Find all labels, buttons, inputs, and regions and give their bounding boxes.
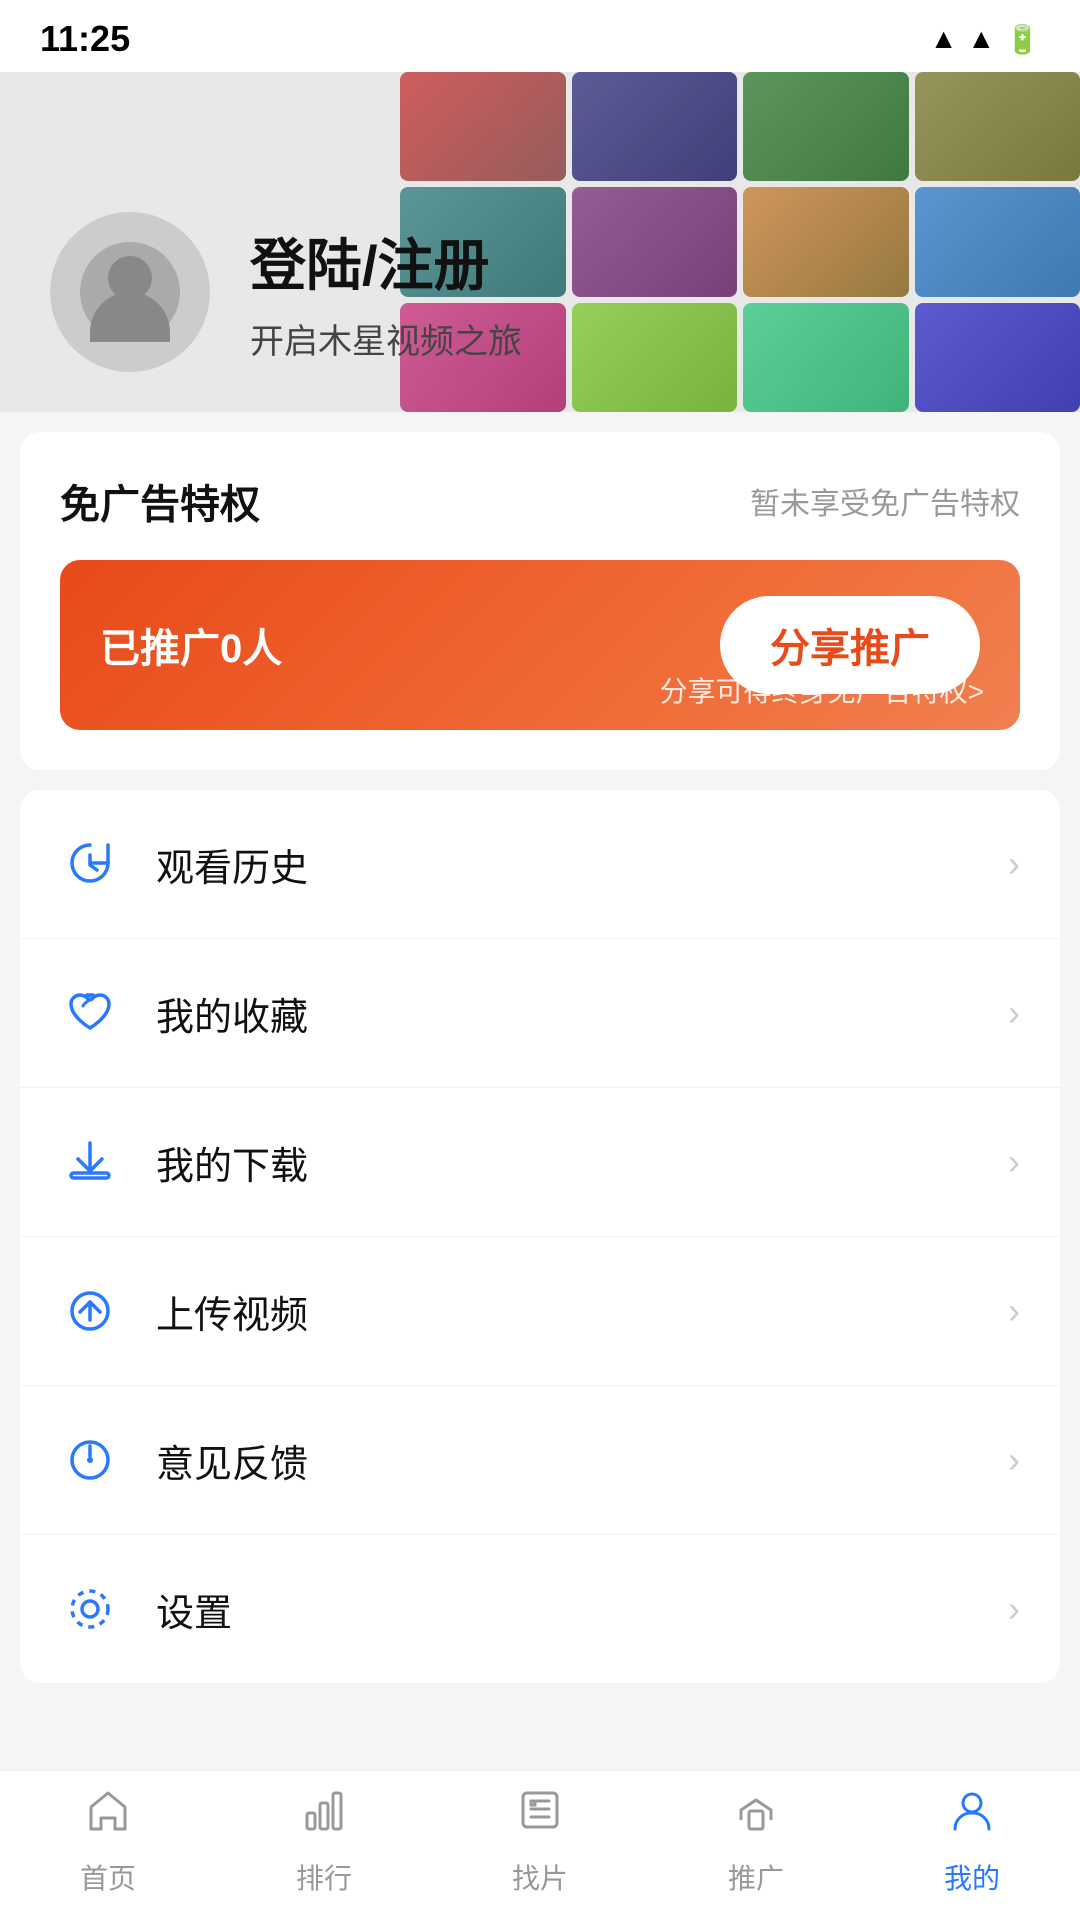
nav-item-home[interactable]: 首页	[0, 1785, 216, 1907]
chevron-right-icon: ›	[1008, 1141, 1020, 1183]
bg-tile	[572, 303, 738, 412]
menu-label-history: 观看历史	[156, 837, 1008, 892]
mine-icon	[947, 1785, 997, 1847]
menu-label-downloads: 我的下载	[156, 1135, 1008, 1190]
feedback-icon	[60, 1430, 120, 1490]
nav-item-promote[interactable]: 推广	[648, 1785, 864, 1907]
promo-hint: 分享可得终身免广告特权>	[660, 670, 984, 710]
promo-left: 已推广0人	[100, 616, 282, 674]
profile-subtitle: 开启木星视频之旅	[250, 314, 522, 363]
promo-banner[interactable]: 已推广0人 分享推广 分享可得终身免广告特权>	[60, 560, 1020, 730]
bg-tile	[572, 72, 738, 181]
menu-item-history[interactable]: 观看历史 ›	[20, 790, 1060, 939]
nav-item-find[interactable]: 找片	[432, 1785, 648, 1907]
nav-label-mine: 我的	[944, 1857, 1000, 1897]
profile-name[interactable]: 登陆/注册	[250, 221, 522, 302]
menu-item-settings[interactable]: 设置 ›	[20, 1535, 1060, 1683]
nav-item-rank[interactable]: 排行	[216, 1785, 432, 1907]
battery-icon: 🔋	[1005, 23, 1040, 56]
menu-item-favorites[interactable]: 我的收藏 ›	[20, 939, 1060, 1088]
menu-label-settings: 设置	[156, 1582, 1008, 1637]
chevron-right-icon: ›	[1008, 992, 1020, 1034]
bg-tile	[915, 72, 1080, 181]
bg-tile	[572, 187, 738, 296]
promote-icon	[731, 1785, 781, 1847]
nav-label-promote: 推广	[728, 1857, 784, 1897]
bottom-nav: 首页 排行 找片 推广	[0, 1770, 1080, 1920]
menu-label-upload: 上传视频	[156, 1284, 1008, 1339]
bg-tile	[915, 187, 1080, 296]
menu-label-favorites: 我的收藏	[156, 986, 1008, 1041]
chevron-right-icon: ›	[1008, 1588, 1020, 1630]
ad-privilege-card: 免广告特权 暂未享受免广告特权 已推广0人 分享推广 分享可得终身免广告特权>	[20, 432, 1060, 770]
bg-tile	[400, 72, 566, 181]
status-time: 11:25	[40, 18, 130, 60]
chevron-right-icon: ›	[1008, 1290, 1020, 1332]
chevron-right-icon: ›	[1008, 843, 1020, 885]
menu-label-feedback: 意见反馈	[156, 1433, 1008, 1488]
profile-content: 登陆/注册 开启木星视频之旅	[50, 212, 522, 372]
bg-tile	[743, 187, 909, 296]
ad-section: 免广告特权 暂未享受免广告特权	[60, 472, 1020, 530]
avatar[interactable]	[50, 212, 210, 372]
nav-label-home: 首页	[80, 1857, 136, 1897]
nav-item-mine[interactable]: 我的	[864, 1785, 1080, 1907]
menu-section: 观看历史 › 我的收藏 › 我的下载 ›	[20, 790, 1060, 1683]
profile-text: 登陆/注册 开启木星视频之旅	[250, 221, 522, 363]
bg-tile	[915, 303, 1080, 412]
home-icon	[83, 1785, 133, 1847]
bg-tile	[743, 303, 909, 412]
status-bar: 11:25 ▲ ▲ 🔋	[0, 0, 1080, 72]
heart-icon	[60, 983, 120, 1043]
chevron-right-icon: ›	[1008, 1439, 1020, 1481]
bg-tile	[743, 72, 909, 181]
promo-count: 已推广0人	[100, 616, 282, 674]
avatar-icon	[80, 242, 180, 342]
menu-item-downloads[interactable]: 我的下载 ›	[20, 1088, 1060, 1237]
download-icon	[60, 1132, 120, 1192]
upload-icon	[60, 1281, 120, 1341]
profile-header[interactable]: 登陆/注册 开启木星视频之旅	[0, 72, 1080, 412]
history-icon	[60, 834, 120, 894]
signal-icon: ▲	[967, 23, 995, 55]
ad-title: 免广告特权	[60, 472, 260, 530]
nav-label-find: 找片	[512, 1857, 568, 1897]
nav-label-rank: 排行	[296, 1857, 352, 1897]
status-icons: ▲ ▲ 🔋	[930, 23, 1040, 56]
rank-icon	[299, 1785, 349, 1847]
menu-item-upload[interactable]: 上传视频 ›	[20, 1237, 1060, 1386]
menu-item-feedback[interactable]: 意见反馈 ›	[20, 1386, 1060, 1535]
wifi-icon: ▲	[930, 23, 958, 55]
settings-icon	[60, 1579, 120, 1639]
ad-status: 暂未享受免广告特权	[750, 479, 1020, 523]
find-icon	[515, 1785, 565, 1847]
